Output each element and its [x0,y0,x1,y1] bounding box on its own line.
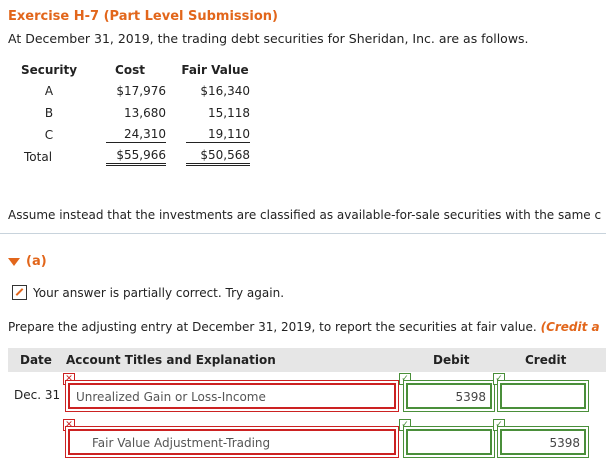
debit-value: 5398 [455,390,486,404]
table-row: C 24,310 19,110 [4,124,250,146]
instruction-hint: (Credit a [540,320,600,334]
feedback-message: Your answer is partially correct. Try ag… [12,285,284,300]
security-name: B [44,106,54,120]
part-a-label: (a) [26,254,47,269]
security-fair-value: 19,110 [186,127,250,143]
col-fair-value: Fair Value [181,63,249,77]
security-name: C [44,128,54,142]
security-cost: $17,976 [116,84,166,98]
debit-input[interactable]: 5398 [406,383,492,409]
total-row: Total $55,966 $50,568 [4,146,250,168]
credit-value: 5398 [549,436,580,450]
exercise-title: Exercise H-7 (Part Level Submission) [8,9,278,24]
total-cost: $55,966 [106,148,166,166]
credit-input[interactable]: 5398 [500,429,586,455]
col-debit: Debit [433,353,470,367]
assume-text: Assume instead that the investments are … [8,208,602,222]
total-label: Total [24,150,53,164]
exercise-intro: At December 31, 2019, the trading debt s… [8,31,529,46]
security-name: A [44,84,54,98]
total-fair-value: $50,568 [186,148,250,166]
instruction-text: Prepare the adjusting entry at December … [8,320,537,334]
instruction: Prepare the adjusting entry at December … [8,320,600,334]
security-cost: 13,680 [124,106,166,120]
security-fair-value: $16,340 [200,84,250,98]
col-credit: Credit [525,353,567,367]
account-title-input[interactable]: Fair Value Adjustment-Trading [68,429,396,455]
table-row: A $17,976 $16,340 [4,80,250,102]
feedback-text: Your answer is partially correct. Try ag… [33,286,285,300]
col-security: Security [20,63,78,77]
triangle-down-icon [8,257,20,266]
account-title-input[interactable]: Unrealized Gain or Loss-Income [68,383,396,409]
securities-table: Security Cost Fair Value A $17,976 $16,3… [4,60,250,168]
entry-date: Dec. 31 [14,388,61,402]
account-title-value: Unrealized Gain or Loss-Income [76,390,266,404]
col-account: Account Titles and Explanation [66,353,276,367]
col-date: Date [20,353,52,367]
security-fair-value: 15,118 [208,106,250,120]
account-title-value: Fair Value Adjustment-Trading [92,436,271,450]
divider [0,233,606,234]
part-a-toggle[interactable]: (a) [8,254,47,269]
col-cost: Cost [115,63,145,77]
debit-input[interactable] [406,429,492,455]
security-cost: 24,310 [106,127,166,143]
table-row: B 13,680 15,118 [4,102,250,124]
pencil-icon [12,285,27,300]
credit-input[interactable] [500,383,586,409]
